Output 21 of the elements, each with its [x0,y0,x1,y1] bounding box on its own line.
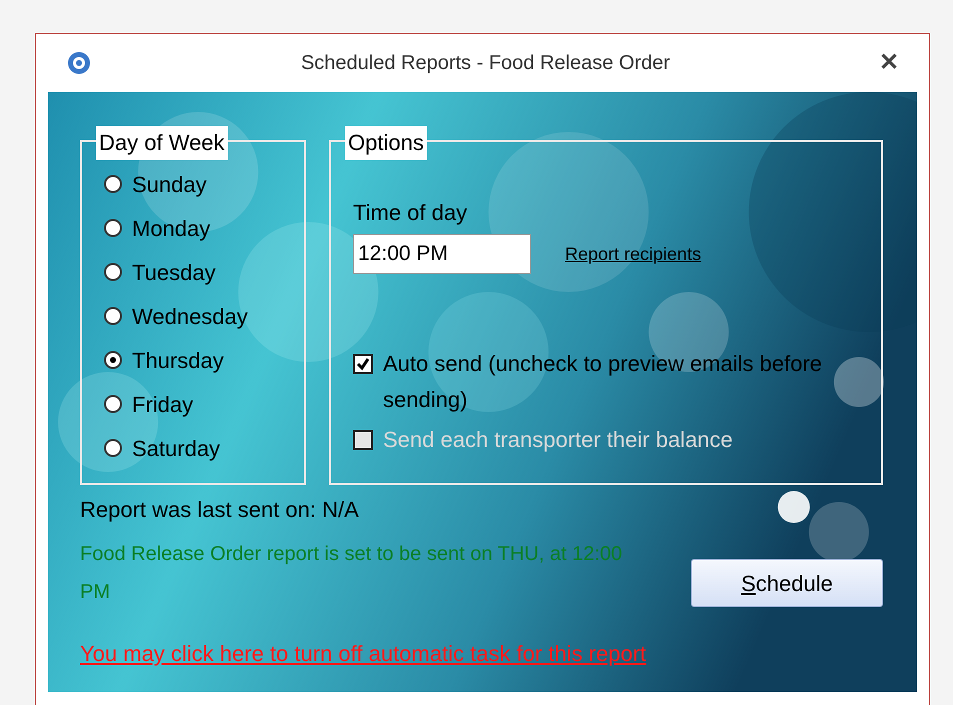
last-sent-text: Report was last sent on: N/A [80,496,360,524]
day-label: Monday [132,214,210,243]
group-legend: Day of Week [96,126,228,160]
group-legend: Options [345,126,427,160]
field-label: Time of day [353,199,468,227]
close-button[interactable]: ✕ [879,51,899,75]
day-label: Thursday [132,346,224,375]
time-input-field[interactable]: 12:00 PM [353,234,531,274]
schedule-button[interactable]: Schedule [691,559,883,607]
checkbox-label: Send each transporter their balance [383,426,734,454]
report-recipients-link[interactable]: Report recipients [565,240,702,268]
day-label: Wednesday [132,302,248,331]
day-label: Sunday [132,170,207,199]
day-label: Tuesday [132,258,216,287]
day-label: Saturday [132,434,220,463]
checkmark-icon [356,357,370,371]
day-label: Friday [132,390,194,419]
schedule-status-text: Food Release Order report is set to be sent on THU, at 12:00 PM [80,542,624,605]
checkbox-label: Auto send (uncheck to preview emails before sending) [383,350,824,414]
checkbox[interactable] [353,354,373,374]
window-title: Scheduled Reports - Food Release Order [300,51,672,76]
